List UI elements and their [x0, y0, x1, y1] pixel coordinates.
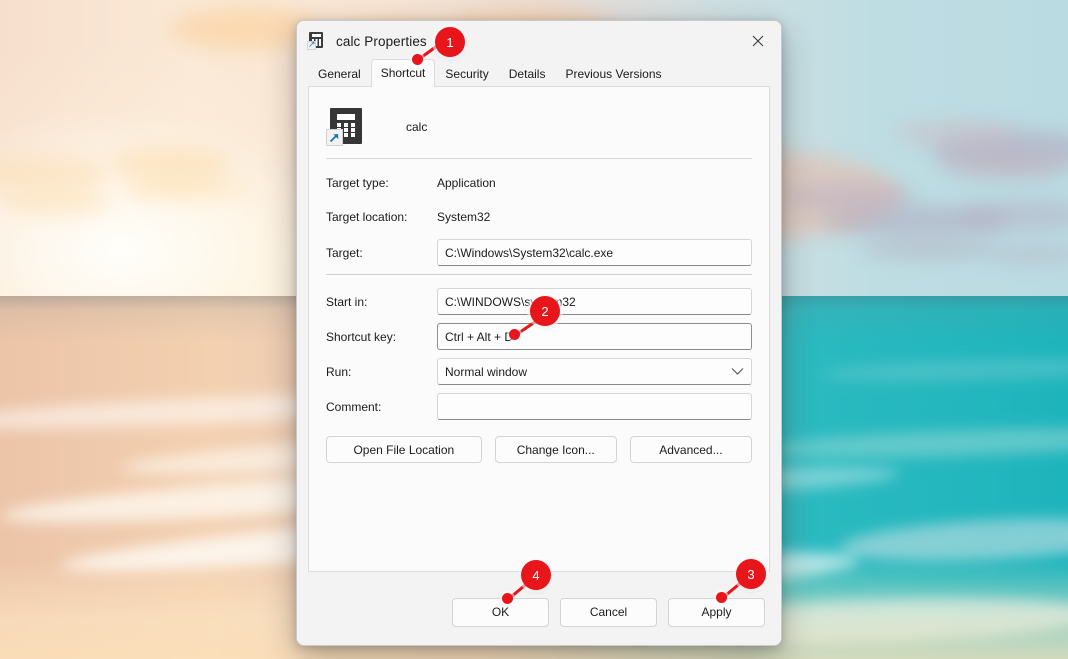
row-target-type: Target type: Application [326, 171, 752, 195]
run-label: Run: [326, 364, 352, 379]
marker-4-dot [502, 593, 513, 604]
tab-previous-versions[interactable]: Previous Versions [555, 62, 671, 86]
open-file-location-button[interactable]: Open File Location [326, 436, 482, 463]
target-type-value: Application [437, 176, 496, 190]
tab-general[interactable]: General [308, 62, 371, 86]
shortcut-key-label: Shortcut key: [326, 329, 397, 344]
run-select[interactable]: Normal window [437, 358, 752, 385]
shortcut-tab-panel: calc Target type: Application Target loc… [308, 87, 770, 572]
target-type-label: Target type: [326, 176, 389, 190]
advanced-button[interactable]: Advanced... [629, 436, 752, 463]
row-target-location: Target location: System32 [326, 205, 752, 229]
row-comment: Comment: [326, 393, 752, 420]
calculator-shortcut-icon-large [326, 108, 364, 146]
target-label: Target: [326, 245, 363, 260]
tab-security[interactable]: Security [435, 62, 498, 86]
marker-1-dot [412, 54, 423, 65]
app-name-label: calc [406, 120, 428, 134]
marker-3-dot [716, 592, 727, 603]
calculator-shortcut-icon [307, 32, 325, 50]
tab-details[interactable]: Details [499, 62, 556, 86]
shortcut-key-input[interactable]: Ctrl + Alt + D [437, 323, 752, 350]
chevron-down-icon [731, 367, 744, 376]
change-icon-button[interactable]: Change Icon... [494, 436, 617, 463]
tab-shortcut[interactable]: Shortcut [370, 59, 436, 87]
marker-3: 3 [736, 559, 766, 589]
run-select-value: Normal window [445, 364, 528, 379]
ok-button[interactable]: OK [452, 597, 549, 627]
start-in-label: Start in: [326, 294, 368, 309]
comment-input[interactable] [437, 393, 752, 420]
start-in-input[interactable]: C:\WINDOWS\system32 [437, 288, 752, 315]
row-run: Run: Normal window [326, 358, 752, 385]
target-location-value: System32 [437, 210, 491, 224]
close-icon[interactable] [735, 21, 781, 61]
title-bar: calc Properties [297, 21, 781, 61]
marker-4: 4 [521, 560, 551, 590]
marker-2: 2 [530, 296, 560, 326]
shortcut-action-buttons: Open File Location Change Icon... Advanc… [326, 436, 752, 463]
section-divider [326, 274, 752, 275]
row-target: Target: C:\Windows\System32\calc.exe [326, 239, 752, 266]
cancel-button[interactable]: Cancel [560, 597, 657, 627]
tab-strip: General Shortcut Security Details Previo… [308, 59, 770, 87]
app-header: calc [326, 102, 752, 152]
target-input[interactable]: C:\Windows\System32\calc.exe [437, 239, 752, 266]
apply-button[interactable]: Apply [668, 597, 765, 627]
marker-2-dot [509, 329, 520, 340]
marker-1: 1 [435, 27, 465, 57]
header-divider [326, 158, 752, 159]
info-rows: Target type: Application Target location… [326, 171, 752, 266]
calc-properties-dialog: calc Properties General Shortcut Securit… [296, 20, 782, 646]
target-location-label: Target location: [326, 210, 408, 224]
comment-label: Comment: [326, 399, 382, 414]
window-title: calc Properties [336, 33, 427, 49]
row-shortcut-key: Shortcut key: Ctrl + Alt + D [326, 323, 752, 350]
shortcut-arrow-icon [326, 129, 343, 146]
